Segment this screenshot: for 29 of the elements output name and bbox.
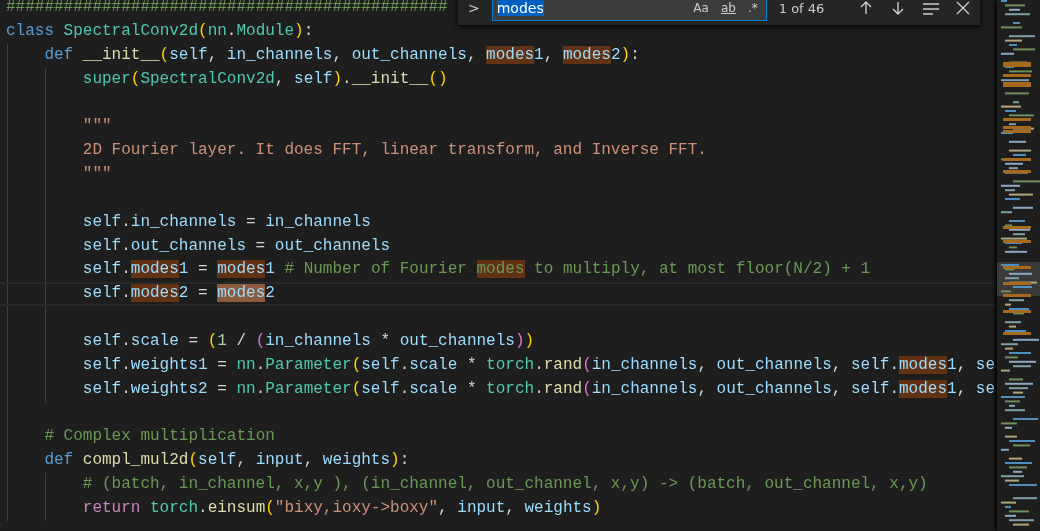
code-line: class SpectralConv2d(nn.Module): <box>6 21 314 43</box>
search-option-button[interactable]: .* <box>743 0 762 16</box>
code-line: self.weights2 = nn.Parameter(self.scale * torch.rand(in_channels, out_channels, self.modes1, se <box>82 378 996 400</box>
code-line: self.out_channels = out_channels <box>82 235 391 257</box>
match-count: 1 of 46 <box>778 0 825 16</box>
code-line: self.modes2 = modes2 <box>82 284 275 305</box>
search-field[interactable]: modes Aa ab .* <box>491 0 767 21</box>
code-line: self.in_channels = in_channels <box>82 211 371 233</box>
code-line: # (batch, in_channel, x,y ), (in_channel, out_channel, x,y) -> (batch, out_channel, x,y) <box>82 474 928 496</box>
code-line: ############################################## <box>6 0 448 19</box>
code-line: # Complex multiplication <box>44 426 275 448</box>
code-line: """ <box>82 164 112 186</box>
code-line: 2D Fourier layer. It does FFT, linear transform, and Inverse FFT. <box>82 140 707 162</box>
arrow-up-icon[interactable] <box>858 0 874 16</box>
code-line: def compl_mul2d(self, input, weights): <box>44 450 410 472</box>
search-option-button[interactable]: Aa <box>689 0 713 16</box>
find-in-selection-icon[interactable] <box>922 1 940 15</box>
code-line: return torch.einsum("bixy,ioxy->boxy", input, weights) <box>82 497 602 519</box>
code-line: self.weights1 = nn.Parameter(self.scale * torch.rand(in_channels, out_channels, self.modes1, se <box>82 354 996 376</box>
minimap[interactable] <box>997 0 1040 531</box>
code-line: self.modes1 = modes1 # Number of Fourier modes to multiply, at most floor(N/2) + 1 <box>82 259 871 281</box>
arrow-down-icon[interactable] <box>890 0 906 16</box>
code-line: super(SpectralConv2d, self).__init__() <box>82 68 448 90</box>
code-line: self.scale = (1 / (in_channels * out_channels)) <box>82 331 535 352</box>
search-option-button[interactable]: ab <box>716 0 740 16</box>
toggle-replace-button[interactable]: > <box>464 0 484 16</box>
code-line: """ <box>82 116 112 138</box>
close-icon[interactable] <box>956 1 970 15</box>
code-line: def __init__(self, in_channels, out_channels, modes1, modes2): <box>44 44 640 66</box>
